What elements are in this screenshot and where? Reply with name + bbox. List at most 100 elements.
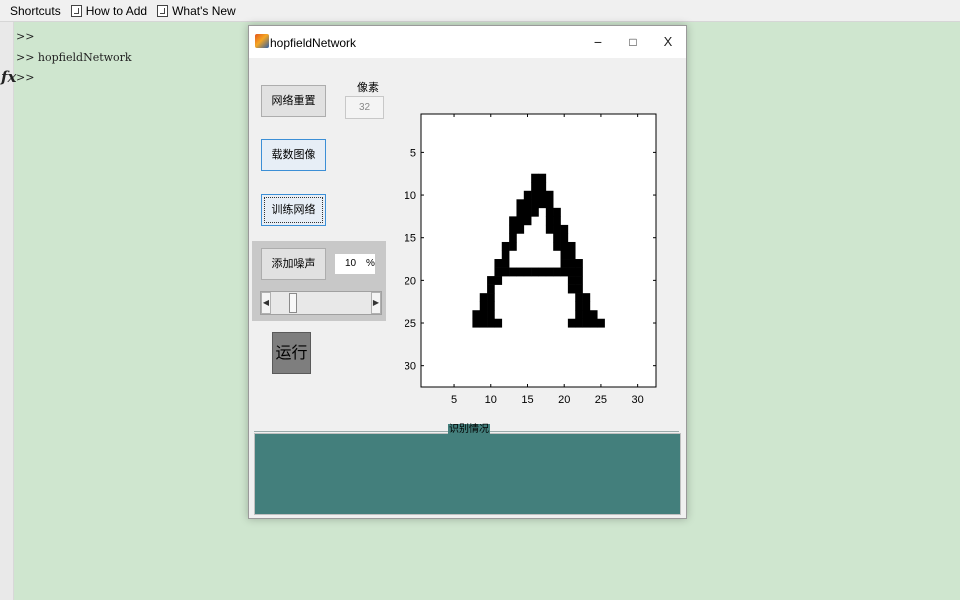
noise-slider[interactable]: ◀ ▶: [260, 291, 382, 315]
pixel-cell: [501, 259, 510, 268]
whats-new-link[interactable]: What's New: [157, 4, 236, 18]
pixel-cell: [582, 301, 591, 311]
how-to-add-link[interactable]: How to Add: [70, 3, 148, 18]
pixel-cell: [516, 207, 525, 217]
pixel-cell: [487, 293, 495, 302]
pixel-cell: [582, 318, 591, 328]
pixel-cell: [567, 250, 576, 260]
command-prompt[interactable]: >>: [16, 71, 34, 84]
slider-left-arrow-icon[interactable]: ◀: [261, 292, 271, 314]
pixel-cell: [523, 216, 532, 226]
fx-icon[interactable]: fx: [1, 68, 16, 86]
x-tick-label: 15: [521, 394, 533, 406]
pixel-cell: [582, 293, 591, 302]
image-axes: 5 10 15 20 25 30 5 10 15 20 25 30: [405, 113, 657, 406]
title-bar[interactable]: hopfieldNetwork − □ X: [249, 26, 686, 58]
shortcuts-link[interactable]: Shortcuts: [10, 4, 61, 18]
pixel-cell: [501, 250, 510, 260]
command-line: >> hopfieldNetwork: [16, 51, 132, 64]
pixel-cell: [494, 259, 503, 268]
pixel-cell: [516, 216, 525, 226]
pixel-cell: [531, 267, 539, 277]
pixel-cell: [545, 190, 554, 200]
pixel-cell: [545, 267, 554, 277]
pixel-cell: [553, 241, 561, 251]
pixel-cell: [567, 276, 576, 285]
pixel-cell: [575, 310, 583, 320]
noise-percent-field[interactable]: 10 %: [334, 253, 376, 275]
recognition-status-title: 识别情况: [448, 424, 490, 435]
x-tick-label: 25: [595, 394, 607, 406]
noise-value: 10: [345, 258, 357, 269]
figure-window: hopfieldNetwork − □ X 网络重置 像素 32 载数图像 训练…: [248, 25, 687, 519]
pixel-cell: [589, 310, 598, 320]
pixel-cell: [582, 310, 591, 320]
pixel-cell: [538, 182, 547, 192]
maximize-button[interactable]: □: [621, 32, 645, 52]
pixel-cell: [487, 301, 495, 311]
pixel-cell: [567, 267, 576, 277]
pixel-cell: [531, 199, 539, 209]
pixel-cell: [501, 241, 510, 251]
pixel-cell: [509, 224, 517, 234]
pixel-cell: [487, 284, 495, 294]
pixel-cell: [516, 199, 525, 209]
pixel-cell: [487, 276, 495, 285]
pixel-cell: [567, 318, 576, 328]
pixel-cell: [560, 267, 569, 277]
pixel-size-field[interactable]: 32: [345, 96, 384, 119]
pixel-cell: [575, 259, 583, 268]
x-tick-label: 5: [451, 394, 457, 406]
pixel-cell: [501, 267, 510, 277]
pixel-cell: [509, 216, 517, 226]
pixel-cell: [567, 241, 576, 251]
close-button[interactable]: X: [656, 32, 680, 52]
train-network-button[interactable]: 训练网络: [261, 194, 326, 226]
slider-right-arrow-icon[interactable]: ▶: [371, 292, 381, 314]
pixel-cell: [479, 310, 488, 320]
pixel-cell: [553, 216, 561, 226]
pixel-cell: [560, 250, 569, 260]
minimize-button[interactable]: −: [586, 32, 610, 52]
pixel-cell: [494, 318, 503, 328]
pixel-cell: [553, 233, 561, 243]
noise-panel: 添加噪声 10 % ◀ ▶: [252, 241, 386, 321]
y-tick-label: 15: [405, 233, 416, 245]
pixel-cell: [538, 267, 547, 277]
pixel-cell: [538, 190, 547, 200]
pixel-cell: [567, 259, 576, 268]
pixel-cell: [545, 216, 554, 226]
how-to-add-label: How to Add: [85, 3, 148, 18]
y-tick-label: 5: [410, 147, 416, 159]
reset-network-button[interactable]: 网络重置: [261, 85, 326, 117]
pixel-cell: [472, 310, 481, 320]
run-button[interactable]: 运行: [272, 332, 311, 374]
add-noise-button[interactable]: 添加噪声: [261, 248, 326, 280]
pixel-cell: [560, 233, 569, 243]
pixel-cell: [479, 293, 488, 302]
pixel-cell: [523, 267, 532, 277]
pixel-cell: [531, 190, 539, 200]
pixel-label: 像素: [357, 81, 379, 94]
command-line: >>: [16, 30, 35, 43]
pixel-cell: [531, 182, 539, 192]
pixel-cell: [479, 301, 488, 311]
pixel-cell: [575, 318, 583, 328]
matlab-logo-icon: [255, 34, 269, 48]
axes-background: [421, 114, 656, 387]
x-tick-label: 30: [632, 394, 644, 406]
load-image-button[interactable]: 载数图像: [261, 139, 326, 171]
pixel-cell: [523, 207, 532, 217]
pixel-cell: [575, 284, 583, 294]
x-tick-label: 10: [485, 394, 497, 406]
slider-thumb[interactable]: [289, 293, 297, 313]
pixel-cell: [575, 267, 583, 277]
pixel-cell: [567, 284, 576, 294]
pixel-cell: [553, 224, 561, 234]
document-icon: [157, 4, 169, 17]
pixel-cell: [545, 207, 554, 217]
window-title: hopfieldNetwork: [270, 36, 357, 50]
pixel-cell: [523, 190, 532, 200]
pixel-cell: [509, 267, 517, 277]
pixel-cell: [553, 267, 561, 277]
